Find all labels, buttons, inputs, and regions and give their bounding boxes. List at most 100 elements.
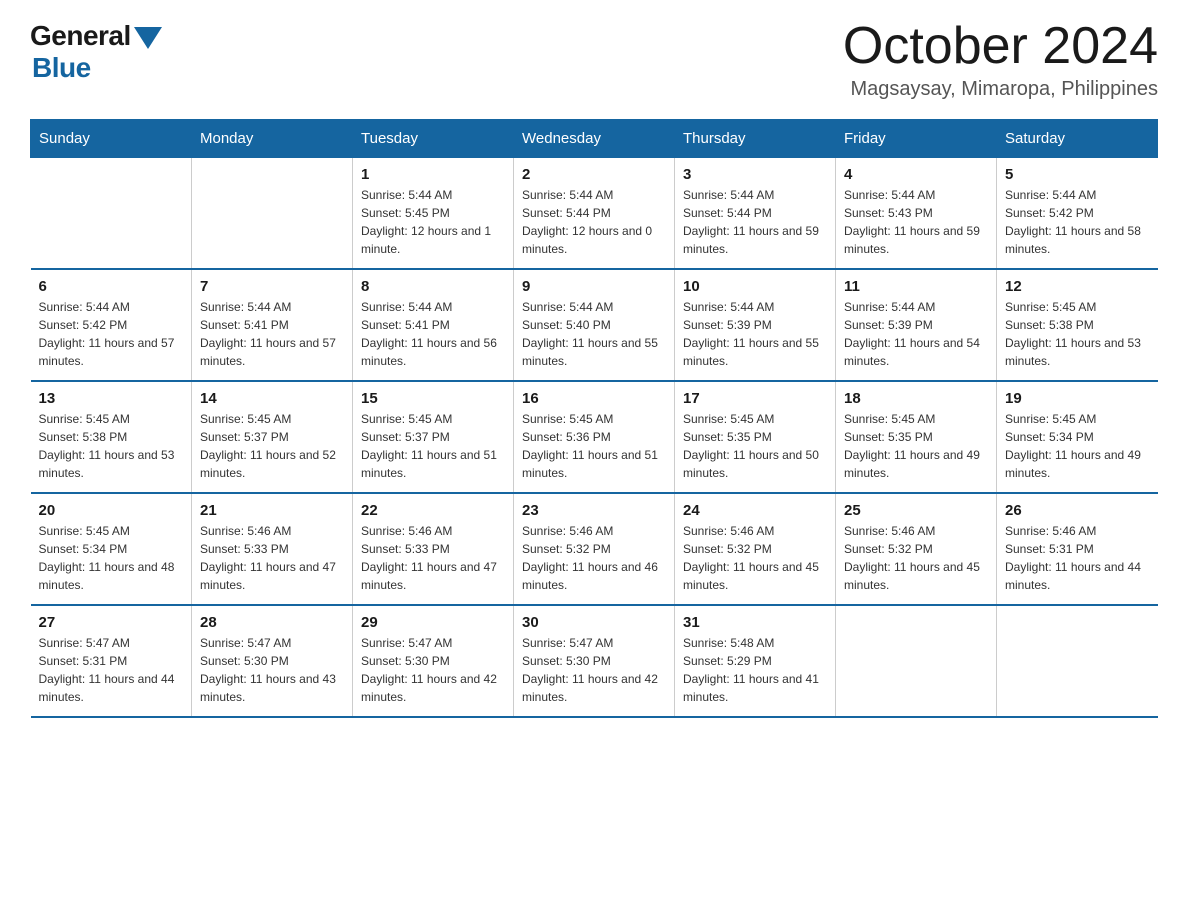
day-number: 21 bbox=[200, 502, 344, 519]
calendar-cell bbox=[192, 158, 353, 270]
day-info: Sunrise: 5:47 AMSunset: 5:30 PMDaylight:… bbox=[200, 634, 344, 706]
calendar-cell: 2Sunrise: 5:44 AMSunset: 5:44 PMDaylight… bbox=[514, 158, 675, 270]
day-number: 27 bbox=[39, 614, 184, 631]
calendar-cell: 5Sunrise: 5:44 AMSunset: 5:42 PMDaylight… bbox=[997, 158, 1158, 270]
day-info: Sunrise: 5:48 AMSunset: 5:29 PMDaylight:… bbox=[683, 634, 827, 706]
calendar-cell: 12 Sunrise: 5:45 AMSunset: 5:38 PMDayligh… bbox=[997, 269, 1158, 381]
day-number: 12 bbox=[1005, 278, 1150, 295]
calendar-cell: 11 Sunrise: 5:44 AMSunset: 5:39 PMDayligh… bbox=[836, 269, 997, 381]
day-info: Sunrise: 5:47 AMSunset: 5:31 PMDaylight:… bbox=[39, 634, 184, 706]
calendar-cell: 16 Sunrise: 5:45 AMSunset: 5:36 PMDayligh… bbox=[514, 381, 675, 493]
calendar-cell: 15Sunrise: 5:45 AMSunset: 5:37 PMDayligh… bbox=[353, 381, 514, 493]
calendar-cell: 17 Sunrise: 5:45 AMSunset: 5:35 PMDayligh… bbox=[675, 381, 836, 493]
calendar-cell: 10 Sunrise: 5:44 AMSunset: 5:39 PMDayligh… bbox=[675, 269, 836, 381]
day-number: 18 bbox=[844, 390, 988, 407]
day-number: 19 bbox=[1005, 390, 1150, 407]
day-number: 22 bbox=[361, 502, 505, 519]
day-number: 26 bbox=[1005, 502, 1150, 519]
calendar-week-4: 20 Sunrise: 5:45 AMSunset: 5:34 PMDayligh… bbox=[31, 493, 1158, 605]
calendar-week-5: 27 Sunrise: 5:47 AMSunset: 5:31 PMDayligh… bbox=[31, 605, 1158, 717]
header-cell-friday: Friday bbox=[836, 120, 997, 158]
day-info: Sunrise: 5:44 AMSunset: 5:42 PMDaylight:… bbox=[1005, 186, 1150, 258]
calendar-cell: 26 Sunrise: 5:46 AMSunset: 5:31 PMDayligh… bbox=[997, 493, 1158, 605]
header-cell-wednesday: Wednesday bbox=[514, 120, 675, 158]
day-number: 29 bbox=[361, 614, 505, 631]
location-subtitle: Magsaysay, Mimaropa, Philippines bbox=[843, 78, 1158, 101]
logo-blue-text: Blue bbox=[32, 52, 91, 84]
month-title: October 2024 bbox=[843, 20, 1158, 72]
day-number: 25 bbox=[844, 502, 988, 519]
day-info: Sunrise: 5:44 AMSunset: 5:42 PMDaylight:… bbox=[39, 298, 184, 370]
calendar-cell: 29 Sunrise: 5:47 AMSunset: 5:30 PMDayligh… bbox=[353, 605, 514, 717]
day-info: Sunrise: 5:44 AMSunset: 5:40 PMDaylight:… bbox=[522, 298, 666, 370]
day-number: 8 bbox=[361, 278, 505, 295]
day-info: Sunrise: 5:46 AMSunset: 5:31 PMDaylight:… bbox=[1005, 522, 1150, 594]
calendar-cell: 18 Sunrise: 5:45 AMSunset: 5:35 PMDayligh… bbox=[836, 381, 997, 493]
calendar-cell: 21 Sunrise: 5:46 AMSunset: 5:33 PMDayligh… bbox=[192, 493, 353, 605]
header-cell-tuesday: Tuesday bbox=[353, 120, 514, 158]
logo-triangle-icon bbox=[134, 27, 162, 49]
logo-general-text: General bbox=[30, 20, 131, 52]
day-info: Sunrise: 5:44 AMSunset: 5:45 PMDaylight:… bbox=[361, 186, 505, 258]
calendar-week-2: 6 Sunrise: 5:44 AMSunset: 5:42 PMDaylight… bbox=[31, 269, 1158, 381]
calendar-cell: 19 Sunrise: 5:45 AMSunset: 5:34 PMDayligh… bbox=[997, 381, 1158, 493]
day-info: Sunrise: 5:45 AMSunset: 5:38 PMDaylight:… bbox=[1005, 298, 1150, 370]
day-number: 13 bbox=[39, 390, 184, 407]
day-number: 16 bbox=[522, 390, 666, 407]
day-info: Sunrise: 5:44 AMSunset: 5:43 PMDaylight:… bbox=[844, 186, 988, 258]
header-cell-monday: Monday bbox=[192, 120, 353, 158]
day-number: 11 bbox=[844, 278, 988, 295]
calendar-cell: 1 Sunrise: 5:44 AMSunset: 5:45 PMDaylight… bbox=[353, 158, 514, 270]
day-info: Sunrise: 5:45 AMSunset: 5:35 PMDaylight:… bbox=[844, 410, 988, 482]
day-info: Sunrise: 5:46 AMSunset: 5:33 PMDaylight:… bbox=[361, 522, 505, 594]
day-info: Sunrise: 5:44 AMSunset: 5:39 PMDaylight:… bbox=[844, 298, 988, 370]
calendar-cell bbox=[31, 158, 192, 270]
calendar-cell: 31Sunrise: 5:48 AMSunset: 5:29 PMDayligh… bbox=[675, 605, 836, 717]
day-number: 24 bbox=[683, 502, 827, 519]
calendar-week-3: 13 Sunrise: 5:45 AMSunset: 5:38 PMDayligh… bbox=[31, 381, 1158, 493]
day-number: 20 bbox=[39, 502, 184, 519]
day-info: Sunrise: 5:45 AMSunset: 5:34 PMDaylight:… bbox=[1005, 410, 1150, 482]
calendar-cell: 13 Sunrise: 5:45 AMSunset: 5:38 PMDayligh… bbox=[31, 381, 192, 493]
calendar-cell: 14Sunrise: 5:45 AMSunset: 5:37 PMDayligh… bbox=[192, 381, 353, 493]
day-number: 6 bbox=[39, 278, 184, 295]
title-section: October 2024 Magsaysay, Mimaropa, Philip… bbox=[843, 20, 1158, 101]
calendar-header: SundayMondayTuesdayWednesdayThursdayFrid… bbox=[31, 120, 1158, 158]
calendar-cell: 22 Sunrise: 5:46 AMSunset: 5:33 PMDayligh… bbox=[353, 493, 514, 605]
day-number: 28 bbox=[200, 614, 344, 631]
header-row: SundayMondayTuesdayWednesdayThursdayFrid… bbox=[31, 120, 1158, 158]
day-info: Sunrise: 5:46 AMSunset: 5:32 PMDaylight:… bbox=[844, 522, 988, 594]
day-info: Sunrise: 5:46 AMSunset: 5:32 PMDaylight:… bbox=[522, 522, 666, 594]
calendar-table: SundayMondayTuesdayWednesdayThursdayFrid… bbox=[30, 119, 1158, 718]
day-number: 23 bbox=[522, 502, 666, 519]
day-info: Sunrise: 5:44 AMSunset: 5:39 PMDaylight:… bbox=[683, 298, 827, 370]
day-number: 14 bbox=[200, 390, 344, 407]
day-number: 7 bbox=[200, 278, 344, 295]
day-number: 1 bbox=[361, 166, 505, 183]
day-number: 9 bbox=[522, 278, 666, 295]
day-number: 10 bbox=[683, 278, 827, 295]
header-cell-thursday: Thursday bbox=[675, 120, 836, 158]
calendar-cell: 7 Sunrise: 5:44 AMSunset: 5:41 PMDaylight… bbox=[192, 269, 353, 381]
day-info: Sunrise: 5:45 AMSunset: 5:38 PMDaylight:… bbox=[39, 410, 184, 482]
header-cell-sunday: Sunday bbox=[31, 120, 192, 158]
calendar-week-1: 1 Sunrise: 5:44 AMSunset: 5:45 PMDaylight… bbox=[31, 158, 1158, 270]
day-info: Sunrise: 5:45 AMSunset: 5:34 PMDaylight:… bbox=[39, 522, 184, 594]
calendar-cell bbox=[997, 605, 1158, 717]
calendar-body: 1 Sunrise: 5:44 AMSunset: 5:45 PMDaylight… bbox=[31, 158, 1158, 718]
day-info: Sunrise: 5:44 AMSunset: 5:44 PMDaylight:… bbox=[522, 186, 666, 258]
day-info: Sunrise: 5:45 AMSunset: 5:35 PMDaylight:… bbox=[683, 410, 827, 482]
header-cell-saturday: Saturday bbox=[997, 120, 1158, 158]
day-number: 17 bbox=[683, 390, 827, 407]
day-info: Sunrise: 5:44 AMSunset: 5:44 PMDaylight:… bbox=[683, 186, 827, 258]
day-info: Sunrise: 5:47 AMSunset: 5:30 PMDaylight:… bbox=[361, 634, 505, 706]
day-info: Sunrise: 5:45 AMSunset: 5:37 PMDaylight:… bbox=[361, 410, 505, 482]
day-info: Sunrise: 5:44 AMSunset: 5:41 PMDaylight:… bbox=[200, 298, 344, 370]
calendar-cell bbox=[836, 605, 997, 717]
calendar-cell: 24 Sunrise: 5:46 AMSunset: 5:32 PMDayligh… bbox=[675, 493, 836, 605]
day-info: Sunrise: 5:45 AMSunset: 5:36 PMDaylight:… bbox=[522, 410, 666, 482]
day-info: Sunrise: 5:46 AMSunset: 5:32 PMDaylight:… bbox=[683, 522, 827, 594]
day-info: Sunrise: 5:46 AMSunset: 5:33 PMDaylight:… bbox=[200, 522, 344, 594]
calendar-cell: 20 Sunrise: 5:45 AMSunset: 5:34 PMDayligh… bbox=[31, 493, 192, 605]
day-info: Sunrise: 5:47 AMSunset: 5:30 PMDaylight:… bbox=[522, 634, 666, 706]
